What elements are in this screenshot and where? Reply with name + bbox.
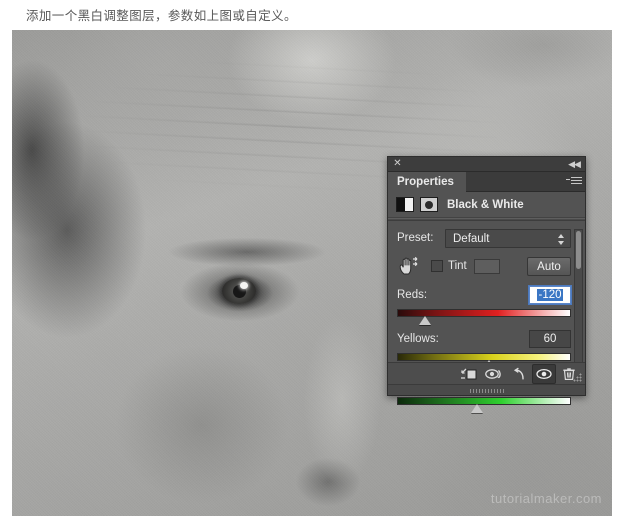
reset-icon[interactable]: [507, 364, 531, 384]
slider-reds-track-wrap[interactable]: [397, 309, 571, 326]
slider-reds-knob[interactable]: [419, 316, 431, 325]
panel-menu-icon[interactable]: [567, 176, 582, 188]
tint-row: Tint Auto: [388, 255, 585, 277]
panel-bottom-bar: [388, 384, 585, 395]
adjustment-header: Black & White: [388, 192, 585, 218]
black-white-adjustment-icon[interactable]: [396, 197, 414, 212]
panel-footer-toolbar: [388, 362, 585, 384]
preset-row: Preset: Default: [388, 228, 585, 248]
slider-greens-track[interactable]: [397, 397, 571, 405]
preset-label: Preset:: [397, 232, 445, 244]
clip-to-layer-icon[interactable]: [457, 364, 481, 384]
slider-reds-value[interactable]: -120: [529, 286, 571, 304]
tint-label: Tint: [448, 260, 467, 272]
visibility-eye-icon[interactable]: [532, 364, 556, 384]
slider-reds-head: Reds: -120: [397, 285, 571, 304]
slider-yellows-head: Yellows: 60: [397, 329, 571, 348]
panel-scrollbar[interactable]: [574, 229, 583, 377]
auto-button[interactable]: Auto: [527, 257, 571, 276]
slider-reds-label: Reds:: [397, 289, 529, 301]
eye-catchlight: [240, 282, 248, 289]
panel-drag-handle[interactable]: [470, 389, 504, 393]
collapse-chevrons-icon[interactable]: ◀◀: [567, 158, 581, 170]
slider-greens-track-wrap[interactable]: [397, 397, 571, 414]
tab-properties[interactable]: Properties: [388, 172, 466, 192]
adjustment-title: Black & White: [447, 199, 524, 211]
photo-watermark: tutorialmaker.com: [491, 491, 602, 506]
preset-select[interactable]: Default: [445, 229, 571, 248]
panel-tabbar: Properties: [388, 172, 585, 192]
preset-circle-icon[interactable]: [420, 197, 438, 212]
panel-body: Preset: Default Tin: [388, 221, 585, 383]
panel-resize-grip[interactable]: [573, 373, 582, 382]
chevron-updown-icon: [558, 234, 565, 245]
slider-greens-knob[interactable]: [471, 404, 483, 413]
preset-select-value: Default: [453, 233, 489, 245]
page-caption: 添加一个黑白调整图层，参数如上图或自定义。: [26, 5, 297, 24]
properties-panel: ✕ ◀◀ Properties Black & White Preset: De…: [387, 156, 586, 396]
tint-color-swatch[interactable]: [474, 259, 500, 274]
preview-toggle-icon[interactable]: [482, 364, 506, 384]
panel-scrollbar-thumb[interactable]: [576, 231, 581, 269]
page-root: 添加一个黑白调整图层，参数如上图或自定义。 tutorialmaker.com …: [0, 0, 622, 525]
slider-reds: Reds: -120: [388, 285, 585, 326]
tint-checkbox[interactable]: [431, 260, 443, 272]
close-icon[interactable]: ✕: [392, 158, 403, 170]
slider-yellows-value[interactable]: 60: [529, 330, 571, 348]
on-image-adjust-hand-icon[interactable]: [397, 256, 419, 276]
panel-titlebar: ✕ ◀◀: [388, 157, 585, 172]
slider-yellows-label: Yellows:: [397, 333, 529, 345]
